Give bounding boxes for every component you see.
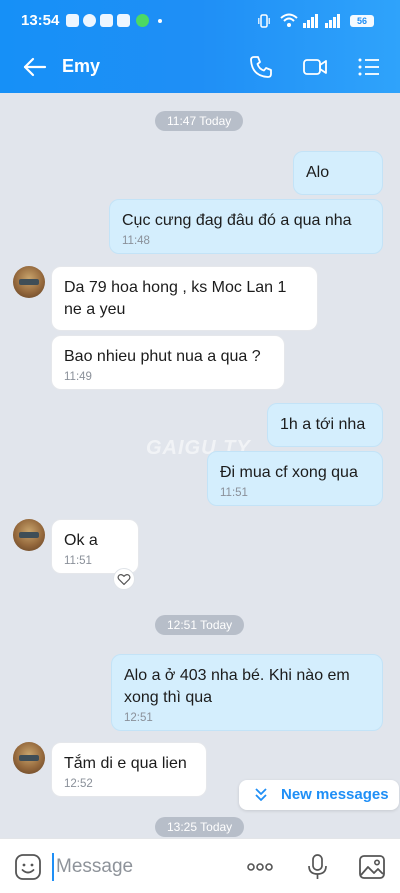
time-stamp: 13:25 Today	[155, 817, 245, 837]
message-input-bar	[0, 838, 400, 893]
status-time: 13:54	[21, 12, 60, 29]
back-arrow-icon[interactable]	[22, 54, 48, 80]
vibrate-icon	[258, 14, 270, 28]
battery-indicator: 56	[350, 15, 374, 27]
video-call-icon[interactable]	[302, 54, 328, 80]
message-bubble-outgoing[interactable]: Alo a ở 403 nha bé. Khi nào em xong thì …	[111, 654, 383, 731]
avatar[interactable]	[13, 266, 45, 298]
message-text: Da 79 hoa hong , ks Moc Lan 1 ne a yeu	[64, 279, 287, 318]
message-text: Cục cưng đag đâu đó a qua nha	[122, 212, 352, 229]
zalo-notification-icon	[66, 14, 79, 27]
more-options-icon[interactable]	[246, 853, 274, 881]
message-bubble-outgoing[interactable]: Đi mua cf xong qua 11:51	[207, 451, 383, 506]
message-text: Bao nhieu phut nua a qua ?	[64, 348, 261, 365]
time-stamp: 12:51 Today	[155, 615, 245, 635]
message-time: 11:51	[220, 487, 248, 499]
message-time: 12:52	[64, 778, 93, 790]
zalo-notification-icon	[117, 14, 130, 27]
top-bar: 13:54 56 Emy	[0, 0, 400, 93]
message-time: 11:49	[64, 371, 92, 383]
double-chevron-down-icon	[255, 788, 267, 801]
app-notification-icon	[136, 14, 149, 27]
new-messages-button[interactable]: New messages	[239, 780, 399, 810]
message-text: Đi mua cf xong qua	[220, 464, 358, 481]
chat-notification-icon	[83, 14, 96, 27]
sticker-emoji-icon[interactable]	[14, 853, 42, 881]
message-bubble-incoming[interactable]: Tắm di e qua lien 12:52	[51, 742, 207, 797]
signal-icon	[325, 14, 340, 28]
zalo-notification-icon	[100, 14, 113, 27]
message-text: 1h a tới nha	[280, 416, 366, 433]
message-text: Alo a ở 403 nha bé. Khi nào em xong thì …	[124, 667, 350, 706]
status-bar: 13:54 56	[0, 0, 400, 40]
phone-call-icon[interactable]	[248, 54, 274, 80]
voice-microphone-icon[interactable]	[304, 853, 332, 881]
message-bubble-outgoing[interactable]: 1h a tới nha	[267, 403, 383, 447]
message-bubble-incoming[interactable]: Da 79 hoa hong , ks Moc Lan 1 ne a yeu	[51, 266, 318, 331]
avatar[interactable]	[13, 742, 45, 774]
message-time: 12:51	[124, 712, 153, 724]
message-time: 11:48	[122, 235, 150, 247]
time-stamp: 11:47 Today	[155, 111, 244, 131]
message-bubble-outgoing[interactable]: Alo	[293, 151, 383, 195]
more-notifications-dot	[158, 19, 162, 23]
wifi-icon	[280, 13, 298, 27]
message-time: 11:51	[64, 555, 92, 567]
heart-reaction-icon[interactable]	[113, 568, 135, 590]
message-bubble-incoming[interactable]: Ok a 11:51	[51, 519, 139, 574]
message-bubble-outgoing[interactable]: Cục cưng đag đâu đó a qua nha 11:48	[109, 199, 383, 254]
signal-icon	[303, 14, 318, 28]
chat-header: Emy	[0, 44, 400, 90]
message-input[interactable]	[52, 853, 232, 881]
message-text: Tắm di e qua lien	[64, 755, 187, 772]
message-bubble-incoming[interactable]: Bao nhieu phut nua a qua ? 11:49	[51, 335, 285, 390]
message-text: Ok a	[64, 532, 98, 549]
avatar[interactable]	[13, 519, 45, 551]
image-gallery-icon[interactable]	[358, 853, 386, 881]
contact-name[interactable]: Emy	[62, 56, 100, 77]
new-messages-label: New messages	[281, 786, 389, 803]
menu-list-icon[interactable]	[356, 54, 382, 80]
message-text: Alo	[306, 164, 330, 181]
